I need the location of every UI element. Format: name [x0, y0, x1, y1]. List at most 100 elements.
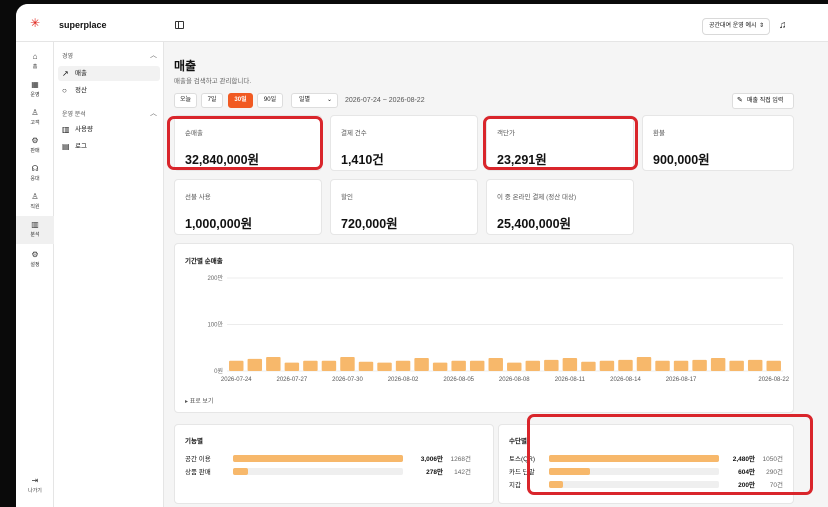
y-tick-label: 100만 [207, 321, 223, 329]
chart-bar [284, 362, 300, 371]
trend-icon: ↗ [62, 69, 69, 78]
chart-bar [544, 359, 559, 371]
rail-item-home[interactable]: ⌂ 홈 [16, 52, 54, 70]
rail-item-operations[interactable]: ▦ 운영 [16, 80, 54, 98]
method-breakdown-title: 수단별 [509, 438, 527, 445]
bell-icon[interactable]: ♫ [779, 21, 787, 31]
log-icon: ▤ [62, 142, 70, 151]
kpi-value: 900,000원 [653, 153, 710, 167]
kpi-label: 결제 건수 [341, 130, 367, 137]
home-icon: ⌂ [32, 52, 38, 61]
period-select-label: 일별 [299, 97, 311, 103]
rail-item-logout[interactable]: ⇥ 나가기 [16, 476, 54, 494]
kpi-card-online-payment: 이 중 온라인 결제 (정산 대상) 25,400,000원 [486, 179, 634, 235]
kpi-value: 720,000원 [341, 217, 398, 231]
settings-icon: ⚙ [31, 250, 39, 259]
kpi-label: 이 중 온라인 결제 (정산 대상) [497, 194, 577, 201]
sidebar-item-usage[interactable]: ▥ 사용량 [58, 122, 160, 137]
x-tick-label: 2026-07-24 [221, 377, 252, 383]
row-track [233, 455, 403, 462]
range-today-button[interactable]: 오늘 [174, 93, 197, 108]
chart-bar [655, 360, 670, 371]
sidebar-toggle-icon[interactable] [175, 21, 184, 29]
brand-name: superplace [59, 20, 107, 30]
x-tick-label: 2026-08-08 [499, 377, 530, 383]
rail-label: 판매 [30, 148, 40, 154]
highlight-avg-order [483, 116, 638, 170]
x-tick-label: 2026-08-14 [610, 377, 641, 383]
x-tick-label: 2026-07-27 [277, 377, 308, 383]
range-90d-button[interactable]: 90일 [257, 93, 283, 108]
row-amount: 3,006만 [420, 456, 443, 463]
sidebar-item-label: 사용량 [75, 126, 93, 133]
chart-bar [766, 360, 781, 371]
chart-bar [562, 357, 578, 371]
chart-card: 기간별 순매출 200만 100만 0원 2026-07-24 2026-07-27 20… [174, 243, 794, 413]
range-30d-button[interactable]: 30일 [228, 93, 253, 108]
section-ops-analytics[interactable]: 운영 분석 [62, 109, 86, 118]
store-select[interactable]: 공간대여 운영 예시 ⇕ [702, 18, 770, 35]
rail-item-settings[interactable]: ⚙ 설정 [16, 250, 54, 268]
manual-button-label: 매출 직접 입력 [747, 98, 784, 104]
highlight-net-sales [167, 116, 323, 170]
kpi-value: 25,400,000원 [497, 217, 572, 231]
period-select[interactable]: 일별 ⌄ [291, 93, 338, 108]
sidebar-item-sales[interactable]: ↗ 매출 [58, 66, 160, 81]
chart-bar [266, 357, 281, 371]
range-7d-button[interactable]: 7일 [201, 93, 223, 108]
rail-item-customers[interactable]: ♙ 고객 [16, 108, 54, 126]
date-range[interactable]: 2026-07-24 ~ 2026-08-22 [345, 97, 425, 104]
rail-label: 응대 [30, 176, 40, 182]
row-name: 공간 이용 [185, 456, 211, 463]
rail-label: 나가기 [28, 488, 42, 494]
icon-rail: ⌂ 홈 ▦ 운영 ♙ 고객 ⚙ 판매 ☊ 응대 ♙ 직원 ▥ 분석 ⚙ 설정 ⇥… [16, 42, 54, 507]
store-select-label: 공간대여 운영 예시 [709, 23, 757, 29]
chart-bar [507, 362, 522, 371]
sidebar-item-logs[interactable]: ▤ 로그 [58, 139, 160, 154]
row-bar [233, 455, 403, 462]
kpi-card-payment-count: 결제 건수 1,410건 [330, 115, 478, 171]
chart-bar [469, 360, 485, 371]
rail-item-staff[interactable]: ♙ 직원 [16, 192, 54, 210]
chart-bar [340, 357, 355, 371]
y-tick-label: 200만 [207, 274, 223, 282]
kpi-value: 1,410건 [341, 153, 384, 167]
chart-bar [618, 359, 633, 371]
y-tick-label: 0원 [214, 367, 223, 375]
row-name: 지갑 [509, 482, 521, 489]
sales-icon: ⚙ [31, 136, 39, 145]
pencil-icon: ✎ [737, 97, 743, 104]
chart-bar [692, 359, 707, 371]
chevron-down-icon: ⌄ [326, 97, 332, 103]
row-track [233, 468, 403, 475]
rail-item-sales[interactable]: ⚙ 판매 [16, 136, 54, 154]
chart-bar [525, 360, 541, 371]
bar-chart-icon: ▥ [62, 125, 70, 134]
x-tick-label: 2026-08-11 [555, 377, 586, 383]
rail-item-support[interactable]: ☊ 응대 [16, 164, 54, 182]
manual-sales-entry-button[interactable]: ✎ 매출 직접 입력 [732, 93, 794, 109]
sidebar-item-label: 정산 [75, 87, 87, 94]
chart-bar [729, 360, 744, 371]
calendar-icon: ▦ [31, 80, 39, 89]
chevron-up-icon[interactable]: ︿ [150, 108, 157, 118]
row-count: 1268건 [450, 456, 471, 463]
sales-bar-chart: 200만 100만 0원 2026-07-24 2026-07-27 2026-07-30… [207, 274, 789, 383]
rail-label: 분석 [30, 232, 40, 238]
kpi-label: 할인 [341, 194, 353, 201]
user-icon: ♙ [31, 108, 39, 117]
rail-item-analytics[interactable]: ▥ 분석 [16, 216, 54, 244]
highlight-method-breakdown [527, 414, 813, 495]
table-view-toggle[interactable]: ▸ 표로 보기 [185, 396, 213, 405]
x-tick-label: 2026-07-30 [332, 377, 363, 383]
x-tick-label: 2026-08-22 [758, 377, 789, 383]
chart-bar [229, 360, 244, 371]
row-amount: 278만 [426, 469, 443, 476]
sidebar-item-settlement[interactable]: ○ 정산 [58, 83, 160, 98]
chevron-up-icon[interactable]: ︿ [150, 50, 157, 60]
headset-icon: ☊ [31, 164, 39, 173]
feature-row: 공간 이용 3,006만 1268건 [175, 453, 493, 463]
section-management[interactable]: 경영 [62, 51, 73, 60]
page-title: 매출 [174, 59, 197, 73]
top-bar: ✳ superplace 공간대여 운영 예시 ⇕ ♫ [16, 4, 828, 42]
